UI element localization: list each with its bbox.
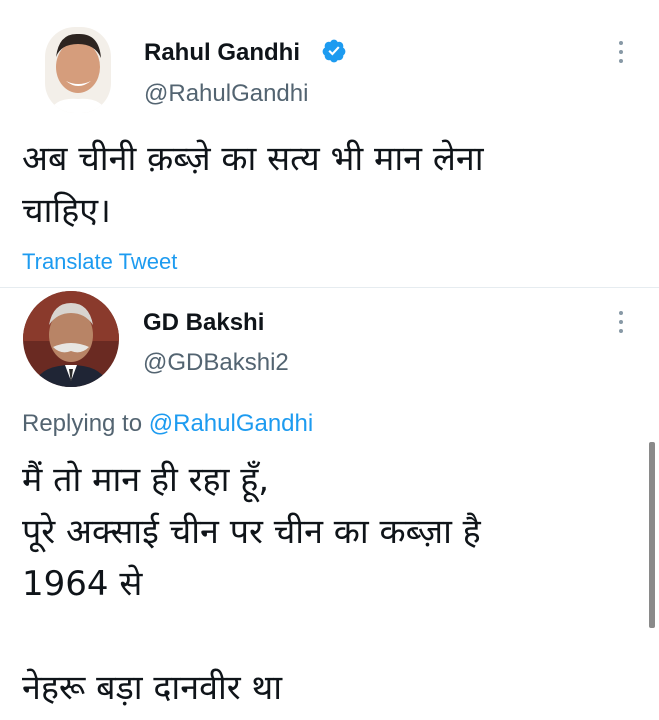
avatar[interactable] [45,27,111,113]
username-handle[interactable]: @RahulGandhi [144,80,308,108]
tweet-divider [0,287,659,288]
display-name[interactable]: GD Bakshi [143,309,264,337]
replying-to: Replying to @RahulGandhi [22,410,313,438]
verified-badge-icon [322,39,346,63]
avatar-image [45,27,111,113]
tweet-text: अब चीनी क़ब्ज़े का सत्य भी मान लेना चाहि… [22,139,484,231]
username-handle[interactable]: @GDBakshi2 [143,349,289,377]
replying-prefix: Replying to [22,410,143,437]
tweet-gd-bakshi[interactable]: GD Bakshi @GDBakshi2 Replying to @RahulG… [0,289,659,720]
tweet-rahul-gandhi[interactable]: Rahul Gandhi @RahulGandhi अब चीनी क़ब्ज़… [0,0,659,288]
avatar-image [23,291,119,387]
more-options-icon[interactable] [616,311,626,341]
scrollbar[interactable] [649,442,655,628]
avatar[interactable] [23,291,119,387]
replying-to-link[interactable]: @RahulGandhi [149,410,313,437]
display-name[interactable]: Rahul Gandhi [144,39,300,67]
translate-tweet-link[interactable]: Translate Tweet [22,249,177,275]
tweet-text: मैं तो मान ही रहा हूँ, पूरे अक्साई चीन प… [22,460,481,708]
more-options-icon[interactable] [616,41,626,71]
